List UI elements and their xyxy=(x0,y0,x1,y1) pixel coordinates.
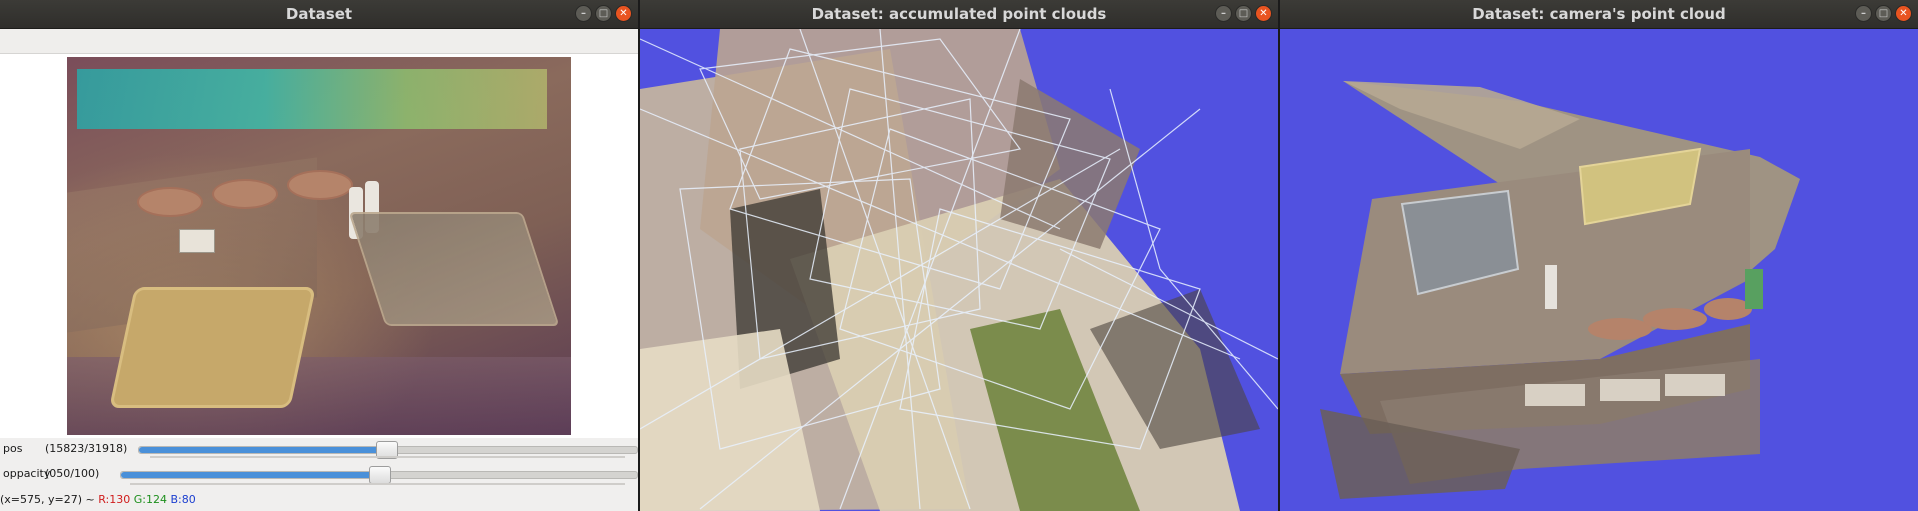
window-title: Dataset: accumulated point clouds xyxy=(811,5,1107,23)
blue-value: B:80 xyxy=(170,493,196,506)
green-value: G:124 xyxy=(133,493,167,506)
opacity-slider[interactable] xyxy=(120,466,638,484)
plate xyxy=(1643,308,1707,330)
toolbar xyxy=(0,29,638,54)
status-bar: (x=575, y=27) ~ R:130 G:124 B:80 xyxy=(0,493,196,506)
plate xyxy=(137,187,203,217)
accumulated-3d-view[interactable] xyxy=(640,29,1278,511)
maximize-icon[interactable]: □ xyxy=(1875,5,1892,22)
red-value: R:130 xyxy=(98,493,131,506)
point-cloud-region xyxy=(1000,79,1140,249)
plate xyxy=(212,179,278,209)
opacity-label: oppacity xyxy=(3,467,51,480)
plate xyxy=(287,170,353,200)
drawer xyxy=(1665,374,1725,396)
plate xyxy=(1704,298,1752,320)
window-title: Dataset xyxy=(285,5,353,23)
minimize-icon[interactable]: – xyxy=(575,5,592,22)
pos-slider-fill xyxy=(139,447,386,453)
drawer xyxy=(1600,379,1660,401)
accumulated-window: Dataset: accumulated point clouds – □ ✕ xyxy=(640,0,1278,511)
plate xyxy=(1588,318,1652,340)
dataset-window: Dataset – □ ✕ pos (15823/31918) oppacity… xyxy=(0,0,638,511)
close-icon[interactable]: ✕ xyxy=(1895,5,1912,22)
opacity-slider-fill xyxy=(121,472,379,478)
cursor-coords: (x=575, y=27) ~ xyxy=(0,493,95,506)
camera-titlebar[interactable]: Dataset: camera's point cloud – □ ✕ xyxy=(1280,0,1918,29)
bottle xyxy=(1545,265,1557,309)
pos-label: pos xyxy=(3,442,23,455)
depth-overlay xyxy=(77,69,547,129)
green-object xyxy=(1745,269,1763,309)
camera-3d-view[interactable] xyxy=(1280,29,1918,511)
opacity-value: (050/100) xyxy=(45,467,100,480)
pos-track-line xyxy=(150,456,625,458)
close-icon[interactable]: ✕ xyxy=(615,5,632,22)
pos-slider[interactable] xyxy=(138,441,638,459)
sink xyxy=(348,212,560,326)
minimize-icon[interactable]: – xyxy=(1855,5,1872,22)
outlet xyxy=(179,229,215,253)
window-title: Dataset: camera's point cloud xyxy=(1472,5,1726,23)
minimize-icon[interactable]: – xyxy=(1215,5,1232,22)
accumulated-titlebar[interactable]: Dataset: accumulated point clouds – □ ✕ xyxy=(640,0,1278,29)
tray xyxy=(109,287,316,408)
dataset-titlebar[interactable]: Dataset – □ ✕ xyxy=(0,0,638,29)
close-icon[interactable]: ✕ xyxy=(1255,5,1272,22)
maximize-icon[interactable]: □ xyxy=(1235,5,1252,22)
accumulated-point-cloud xyxy=(640,29,1278,511)
opacity-control: oppacity (050/100) xyxy=(0,463,638,485)
rgb-depth-overlay-image[interactable] xyxy=(67,57,571,435)
maximize-icon[interactable]: □ xyxy=(595,5,612,22)
opacity-slider-thumb[interactable] xyxy=(369,466,391,484)
drawer xyxy=(1525,384,1585,406)
camera-window: Dataset: camera's point cloud – □ ✕ xyxy=(1280,0,1918,511)
camera-point-cloud xyxy=(1320,81,1800,499)
image-area xyxy=(0,54,638,438)
pos-value: (15823/31918) xyxy=(45,442,128,455)
opacity-track-line xyxy=(130,483,625,485)
